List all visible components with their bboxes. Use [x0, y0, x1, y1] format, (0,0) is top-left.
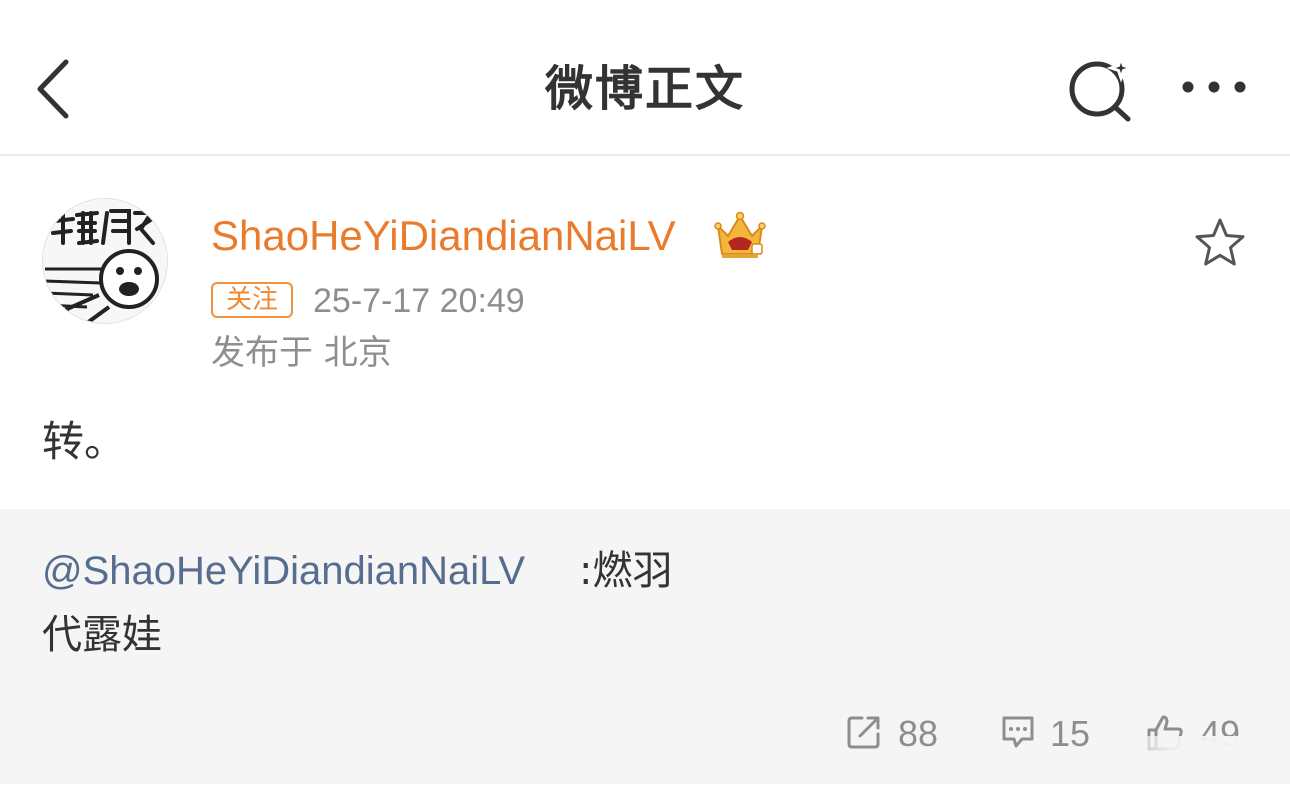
original-author-mention[interactable]: @ShaoHeYiDiandianNaiLV: [42, 544, 525, 598]
star-outline-icon[interactable]: [1190, 214, 1250, 274]
repost-share-icon: [847, 716, 880, 749]
comment-action[interactable]: 15: [1000, 712, 1092, 756]
post-body-text: 转。: [42, 417, 127, 466]
avatar[interactable]: [42, 198, 168, 324]
post-location: 发布于 北京: [211, 333, 392, 373]
comment-count: 15: [1050, 713, 1091, 754]
comment-bubble-icon: [1002, 716, 1034, 748]
repost-count: 88: [898, 713, 939, 754]
original-post-text-line-2: 代露娃: [42, 612, 162, 658]
repost-action[interactable]: 88: [846, 712, 946, 756]
vip-crown-badge-icon[interactable]: [712, 210, 768, 260]
original-post-text-line-1: :燃羽: [579, 548, 673, 594]
author-username[interactable]: ShaoHeYiDiandianNaiLV: [211, 208, 676, 264]
weibo-post-page: 微博正文 ShaoHeYiDiandianNaiLV 关注 25-7-17 20…: [0, 0, 1290, 799]
bottom-fade-overlay: [1090, 736, 1290, 784]
post-timestamp: 25-7-17 20:49: [313, 282, 525, 320]
top-nav-bar: 微博正文: [0, 0, 1290, 155]
more-horizontal-icon[interactable]: [1178, 72, 1250, 102]
search-sparkle-icon[interactable]: [1066, 53, 1136, 122]
bottom-edge: [0, 784, 1290, 799]
follow-button[interactable]: 关注: [211, 282, 293, 318]
header-divider: [0, 154, 1290, 156]
